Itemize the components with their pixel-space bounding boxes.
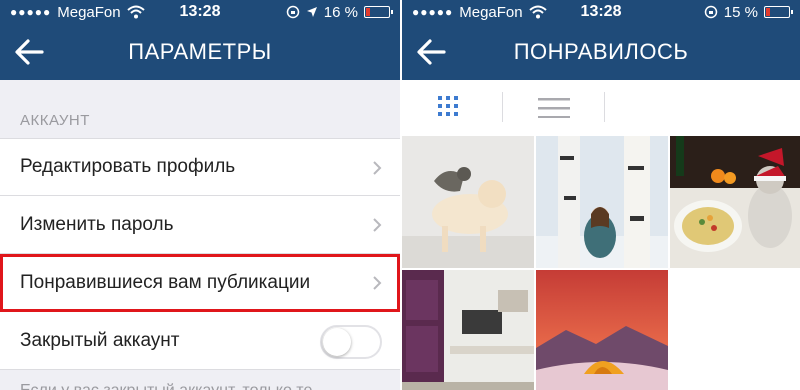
liked-posts-row[interactable]: Понравившиеся вам публикации <box>0 254 400 312</box>
change-password-row[interactable]: Изменить пароль <box>0 196 400 254</box>
photo-thumbnail[interactable] <box>402 136 534 268</box>
section-header-account: АККАУНТ <box>20 112 90 129</box>
back-arrow-icon[interactable] <box>416 38 446 66</box>
battery-percent: 15 % <box>723 3 758 21</box>
photo-thumbnail[interactable] <box>670 136 800 268</box>
list-view-icon[interactable] <box>538 98 570 118</box>
page-title: ПОНРАВИЛОСЬ <box>513 39 689 64</box>
battery-percent: 16 % <box>323 3 358 21</box>
private-account-toggle[interactable] <box>320 325 382 359</box>
status-bar: ●●●●● MegaFon 13:28 15 % <box>402 0 800 24</box>
signal-dots: ●●●●● <box>412 5 454 19</box>
chevron-right-icon <box>373 276 382 290</box>
view-separator <box>502 92 503 122</box>
row-label: Закрытый аккаунт <box>20 329 180 351</box>
private-account-footnote: Если у вас закрытый аккаунт, только те <box>0 370 400 390</box>
view-separator <box>604 92 605 122</box>
photo-grid <box>402 136 800 390</box>
chevron-right-icon <box>373 161 382 175</box>
back-arrow-icon[interactable] <box>14 38 44 66</box>
status-bar: ●●●●● MegaFon 13:28 16 % <box>0 0 400 24</box>
edit-profile-row[interactable]: Редактировать профиль <box>0 138 400 196</box>
row-label: Изменить пароль <box>20 213 174 235</box>
row-label: Понравившиеся вам публикации <box>20 271 311 293</box>
carrier-label: MegaFon <box>459 3 523 21</box>
row-label: Редактировать профиль <box>20 156 236 177</box>
battery-icon <box>764 6 793 18</box>
location-icon <box>306 7 317 17</box>
chevron-right-icon <box>373 218 382 232</box>
status-time: 13:28 <box>179 3 221 20</box>
liked-screen: ●●●●● MegaFon 13:28 15 % ПОНРАВИЛОСЬ <box>402 0 800 390</box>
photo-thumbnail[interactable] <box>536 270 668 390</box>
status-time: 13:28 <box>580 3 622 20</box>
photo-thumbnail[interactable] <box>402 270 534 390</box>
wifi-icon <box>126 5 145 19</box>
settings-screen: ●●●●● MegaFon 13:28 16 % ПАРАМЕТРЫ АККАУ… <box>0 0 400 390</box>
signal-dots: ●●●●● <box>10 5 52 19</box>
nav-bar: ПАРАМЕТРЫ <box>0 24 400 80</box>
lock-rotation-icon <box>704 5 718 19</box>
wifi-icon <box>528 5 547 19</box>
page-title: ПАРАМЕТРЫ <box>128 39 272 64</box>
photo-thumbnail[interactable] <box>536 136 668 268</box>
lock-rotation-icon <box>286 5 300 19</box>
grid-view-icon[interactable] <box>438 96 458 116</box>
private-account-row: Закрытый аккаунт <box>0 312 400 370</box>
view-switcher <box>402 80 800 136</box>
nav-bar: ПОНРАВИЛОСЬ <box>402 24 800 80</box>
battery-icon <box>364 6 393 18</box>
toggle-knob <box>323 328 351 356</box>
carrier-label: MegaFon <box>57 3 121 21</box>
